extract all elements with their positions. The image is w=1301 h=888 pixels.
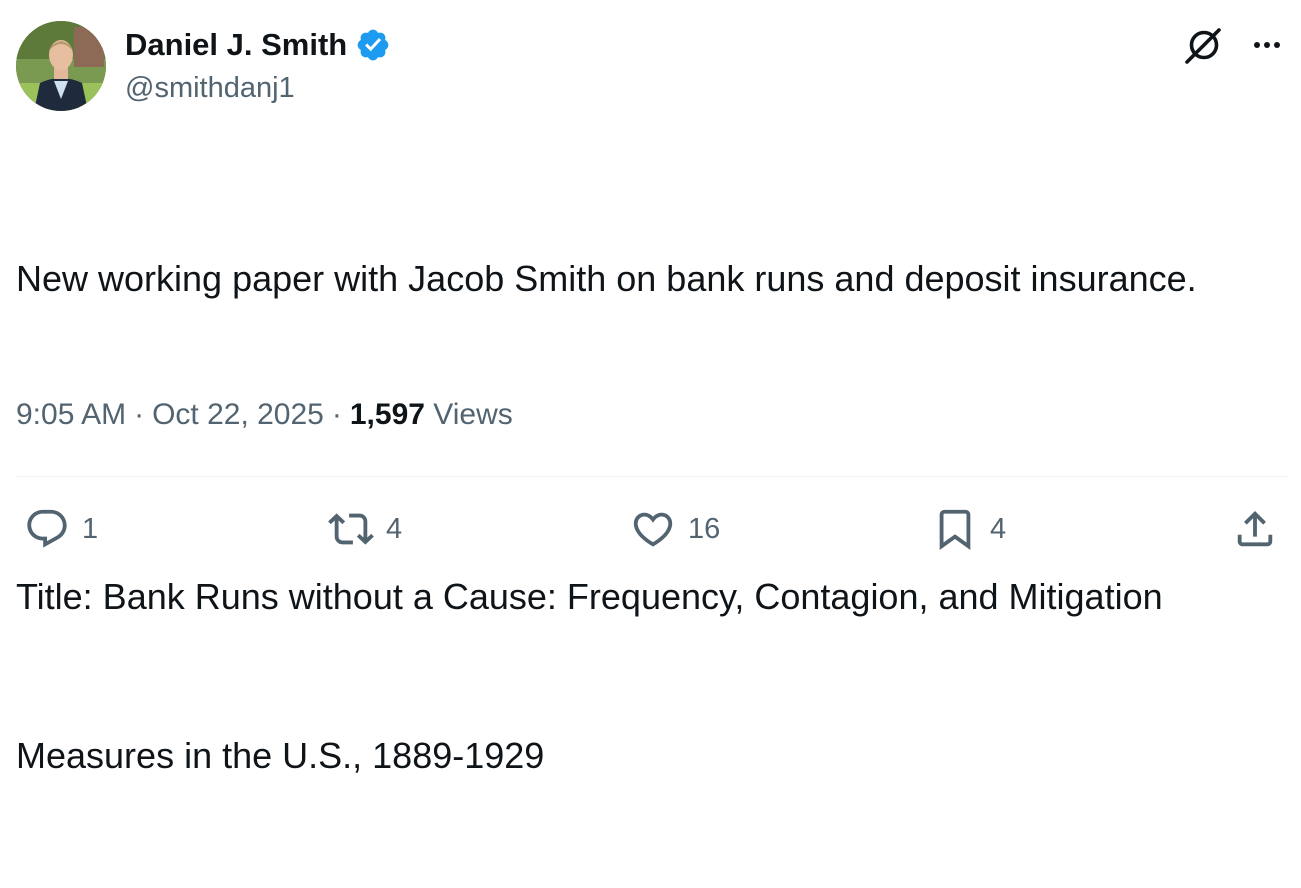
- retweet-icon: [328, 506, 374, 552]
- bookmark-icon: [932, 506, 978, 552]
- meta-separator: ·: [331, 398, 342, 431]
- avatar[interactable]: [16, 21, 106, 111]
- author-display-name[interactable]: Daniel J. Smith: [125, 27, 347, 63]
- divider: [16, 476, 1289, 477]
- retweet-button[interactable]: 4: [328, 506, 402, 552]
- bookmark-count: 4: [990, 512, 1007, 545]
- more-icon[interactable]: [1247, 25, 1287, 65]
- like-count: 16: [688, 512, 721, 545]
- tweet-meta: 9:05 AM · Oct 22, 2025 · 1,597 Views: [16, 398, 513, 432]
- heart-icon: [630, 506, 676, 552]
- reply-icon: [24, 506, 70, 552]
- tweet-time[interactable]: 9:05 AM: [16, 398, 126, 431]
- grok-icon[interactable]: [1183, 24, 1225, 66]
- tweet-line: Measures in the U.S., 1889-1929: [16, 735, 545, 776]
- reply-button[interactable]: 1: [24, 506, 98, 552]
- retweet-count: 4: [386, 512, 403, 545]
- reply-count: 1: [82, 512, 99, 545]
- views-label: Views: [433, 398, 513, 431]
- tweet-line: New working paper with Jacob Smith on ba…: [16, 258, 1197, 299]
- tweet-date[interactable]: Oct 22, 2025: [152, 398, 324, 431]
- tweet-card: Daniel J. Smith @smithdanj1 New working …: [0, 0, 1301, 776]
- avatar-image: [16, 21, 106, 111]
- like-button[interactable]: 16: [630, 506, 720, 552]
- action-bar: 1 4 16 4: [0, 500, 1301, 560]
- author-handle[interactable]: @smithdanj1: [125, 72, 295, 105]
- tweet-line: Title: Bank Runs without a Cause: Freque…: [16, 576, 1163, 617]
- verified-badge-icon[interactable]: [355, 27, 391, 63]
- share-button[interactable]: [1232, 506, 1278, 552]
- top-actions: [1183, 24, 1287, 66]
- author-name-row[interactable]: Daniel J. Smith: [125, 24, 391, 66]
- bookmark-button[interactable]: 4: [932, 506, 1006, 552]
- views-count: 1,597: [349, 398, 425, 431]
- meta-separator: ·: [134, 398, 145, 431]
- share-icon: [1232, 506, 1278, 552]
